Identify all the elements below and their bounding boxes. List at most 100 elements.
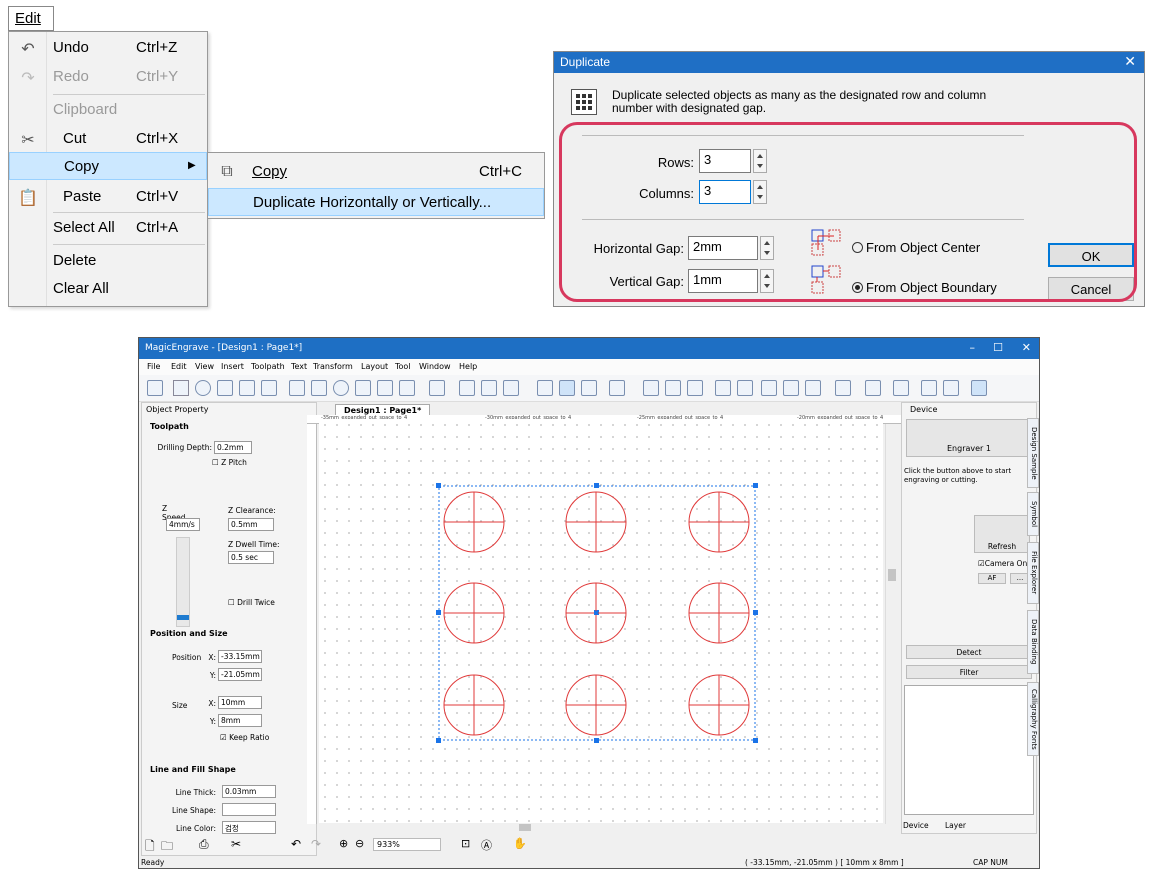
open-folder-icon[interactable]: 🗀 [161, 837, 173, 858]
keep-ratio-checkbox[interactable]: ☑ Keep Ratio [220, 733, 269, 742]
edit-menu-title[interactable]: Edit [8, 6, 54, 31]
zoom-in-icon[interactable]: ⊕ [339, 837, 348, 850]
camera-on-checkbox[interactable]: ☑Camera On [978, 559, 1027, 568]
zoom-select[interactable]: 933% [373, 838, 441, 851]
refresh-button[interactable]: Refresh [974, 515, 1030, 553]
align-icon[interactable] [459, 380, 475, 396]
bottom-tab-layer[interactable]: Layer [945, 821, 966, 830]
menu-insert[interactable]: Insert [221, 362, 244, 371]
side-tab-symbol[interactable]: Symbol [1027, 492, 1039, 536]
zoom-text-icon[interactable]: Ⓐ [481, 837, 492, 853]
side-tab-data-binding[interactable]: Data Binding [1027, 610, 1039, 674]
text-tool-icon[interactable] [581, 380, 597, 396]
menu-view[interactable]: View [195, 362, 214, 371]
menu-toolpath[interactable]: Toolpath [251, 362, 285, 371]
menu-item-redo[interactable]: ↷ Redo Ctrl+Y [9, 63, 207, 91]
outline-text-icon[interactable] [687, 380, 703, 396]
z-speed-slider[interactable] [176, 537, 190, 627]
target-tool-icon[interactable] [333, 380, 349, 396]
submenu-item-copy[interactable]: ⧉ Copy Ctrl+C [208, 158, 544, 186]
close-window-icon[interactable]: ✕ [1022, 341, 1031, 354]
rect-outline-icon[interactable] [865, 380, 881, 396]
design-canvas[interactable] [319, 419, 883, 823]
bottom-tab-device[interactable]: Device [903, 821, 929, 830]
menu-item-cut[interactable]: ✂ Cut Ctrl+X [9, 125, 207, 153]
cut-icon[interactable]: ✂ [231, 837, 241, 851]
z-dwell-select[interactable]: 0.5 sec [228, 551, 274, 564]
page-setup-icon[interactable] [835, 380, 851, 396]
new-file-icon[interactable]: 🗋 [145, 837, 155, 858]
detect-button[interactable]: Detect [906, 645, 1032, 659]
table-tool-icon[interactable] [289, 380, 305, 396]
size-x-input[interactable]: 10mm [218, 696, 262, 709]
qrcode-tool-icon[interactable] [261, 380, 277, 396]
line-tool-icon[interactable] [173, 380, 189, 396]
grid-tool-icon[interactable] [429, 380, 445, 396]
snap-grid-icon[interactable] [971, 380, 987, 396]
menu-file[interactable]: File [147, 362, 160, 371]
rectangle-tool-icon[interactable] [217, 380, 233, 396]
dimension-tool-icon[interactable] [377, 380, 393, 396]
text-frame-icon[interactable] [355, 380, 371, 396]
af-button[interactable]: AF [978, 573, 1006, 584]
print-icon[interactable]: ⎙ [199, 837, 209, 852]
canvas-hscrollbar[interactable] [319, 823, 883, 832]
font-icon[interactable] [893, 380, 909, 396]
ellipse-tool-icon[interactable] [195, 380, 211, 396]
drilling-depth-input[interactable]: 0.2mm [214, 441, 252, 454]
distribute-icon[interactable] [481, 380, 497, 396]
fill-icon[interactable] [609, 380, 625, 396]
shape-add-icon[interactable] [921, 380, 937, 396]
menu-text[interactable]: Text [291, 362, 307, 371]
image-icon[interactable] [715, 380, 731, 396]
layers-icon[interactable] [943, 380, 959, 396]
select-pointer-icon[interactable] [559, 380, 575, 396]
device-list[interactable] [904, 685, 1034, 815]
position-y-input[interactable]: -21.05mm [218, 668, 262, 681]
menu-help[interactable]: Help [459, 362, 477, 371]
shape-tool-icon[interactable] [399, 380, 415, 396]
menu-item-copy[interactable]: Copy ▶ [9, 152, 207, 180]
polygon-tool-icon[interactable] [239, 380, 255, 396]
barcode-icon[interactable] [537, 380, 553, 396]
menu-window[interactable]: Window [419, 362, 451, 371]
canvas-vscrollbar[interactable] [885, 424, 897, 824]
menu-item-clear-all[interactable]: Clear All [9, 275, 207, 303]
frame-icon[interactable] [783, 380, 799, 396]
menu-item-delete[interactable]: Delete [9, 247, 207, 275]
line-color-select[interactable]: 검정 [222, 821, 276, 834]
filter-button[interactable]: Filter [906, 665, 1032, 679]
z-clearance-select[interactable]: 0.5mm [228, 518, 274, 531]
svg-import-icon[interactable] [147, 380, 163, 396]
zoom-out-icon[interactable]: ⊖ [355, 837, 364, 850]
menu-item-select-all[interactable]: Select All Ctrl+A [9, 214, 207, 242]
redo-toolbar-icon[interactable]: ↷ [311, 837, 321, 851]
trace-icon[interactable] [737, 380, 753, 396]
size-y-input[interactable]: 8mm [218, 714, 262, 727]
page-icon[interactable] [805, 380, 821, 396]
close-icon[interactable]: ✕ [1124, 53, 1136, 70]
pan-hand-icon[interactable]: ✋ [513, 837, 527, 850]
menu-tool[interactable]: Tool [395, 362, 411, 371]
line-thick-select[interactable]: 0.03mm [222, 785, 276, 798]
position-x-input[interactable]: -33.15mm [218, 650, 262, 663]
menu-edit[interactable]: Edit [171, 362, 187, 371]
menu-layout[interactable]: Layout [361, 362, 388, 371]
drill-twice-checkbox[interactable]: ☐ Drill Twice [228, 598, 275, 607]
side-tab-file-explorer[interactable]: File Explorer [1027, 542, 1039, 604]
side-tab-design-sample[interactable]: Design Sample [1027, 418, 1039, 488]
menu-item-paste[interactable]: 📋 Paste Ctrl+V [9, 183, 207, 211]
side-tab-calligraphy-fonts[interactable]: Calligraphy Fonts [1027, 682, 1039, 756]
zoom-fit-icon[interactable]: ⊡ [461, 837, 470, 850]
pen-icon[interactable] [643, 380, 659, 396]
line-shape-select[interactable] [222, 803, 276, 816]
undo-toolbar-icon[interactable]: ↶ [291, 837, 301, 851]
ab-text-icon[interactable] [665, 380, 681, 396]
group-icon[interactable] [503, 380, 519, 396]
submenu-item-duplicate[interactable]: Duplicate Horizontally or Vertically... [208, 188, 544, 216]
menu-item-undo[interactable]: ↶ Undo Ctrl+Z [9, 34, 207, 62]
engraver-button[interactable]: Engraver 1 [906, 419, 1032, 457]
z-speed-input[interactable]: 4mm/s [166, 518, 200, 531]
minimize-icon[interactable]: – [970, 341, 976, 354]
z-pitch-checkbox[interactable]: ☐ Z Pitch [212, 458, 247, 467]
